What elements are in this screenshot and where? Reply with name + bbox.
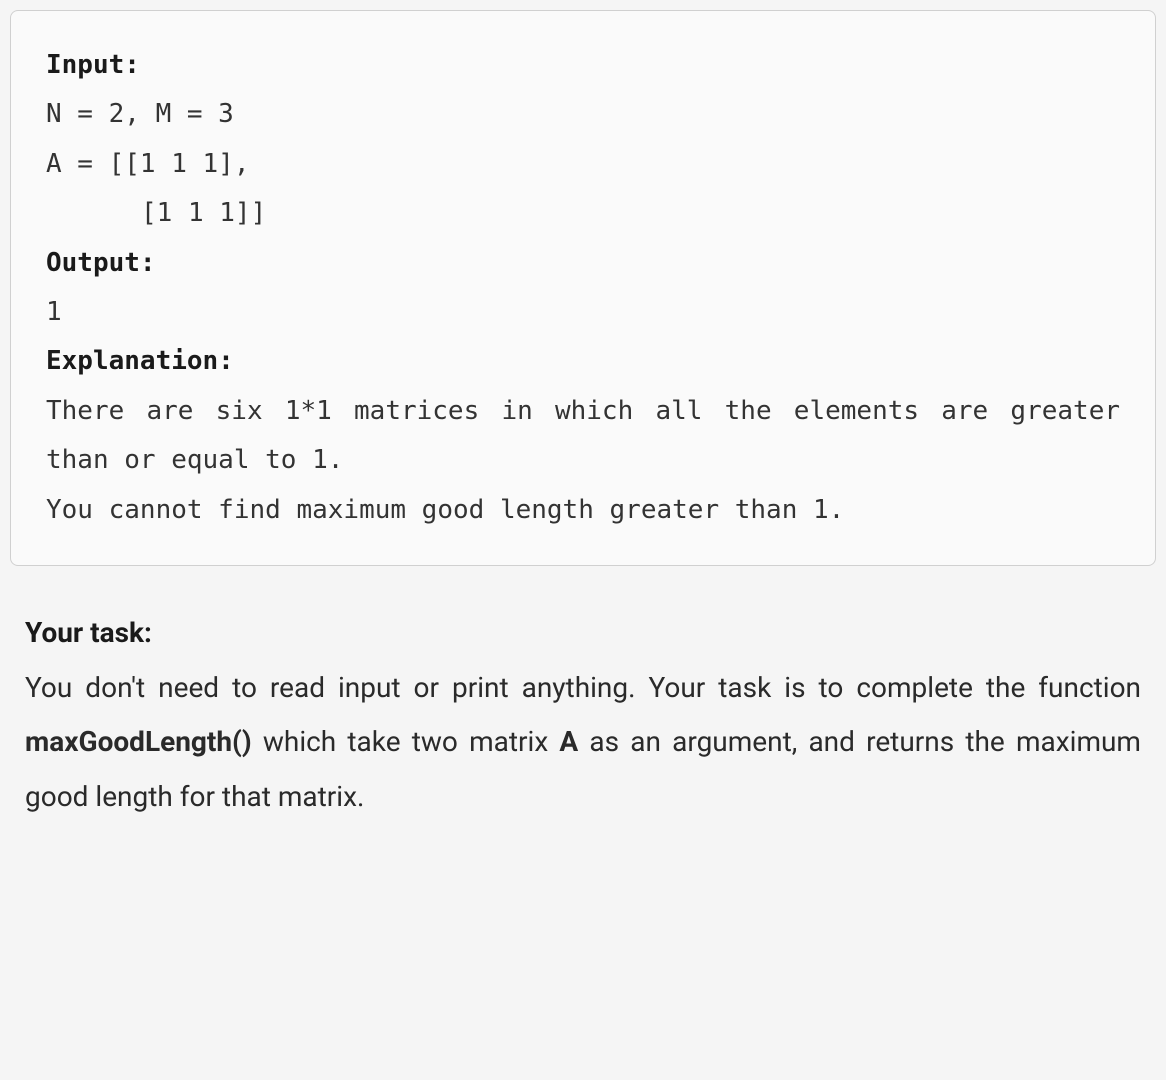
explanation-label: Explanation: xyxy=(46,337,1120,386)
explanation-line-1: There are six 1*1 matrices in which all … xyxy=(46,387,1120,486)
example-box: Input: N = 2, M = 3 A = [[1 1 1], [1 1 1… xyxy=(10,10,1156,566)
input-line-1: N = 2, M = 3 xyxy=(46,90,1120,139)
task-description: You don't need to read input or print an… xyxy=(25,661,1141,825)
input-line-3: [1 1 1]] xyxy=(46,189,1120,238)
input-label: Input: xyxy=(46,41,1120,90)
output-label: Output: xyxy=(46,239,1120,288)
explanation-line-2: You cannot find maximum good length grea… xyxy=(46,486,1120,535)
input-line-2: A = [[1 1 1], xyxy=(46,140,1120,189)
matrix-name: A xyxy=(559,725,578,758)
output-value: 1 xyxy=(46,288,1120,337)
task-text-mid: which take two matrix xyxy=(252,725,560,758)
task-label: Your task: xyxy=(25,606,1141,661)
task-section: Your task: You don't need to read input … xyxy=(10,601,1156,829)
task-text-before: You don't need to read input or print an… xyxy=(25,671,1141,704)
function-name: maxGoodLength() xyxy=(25,725,252,758)
